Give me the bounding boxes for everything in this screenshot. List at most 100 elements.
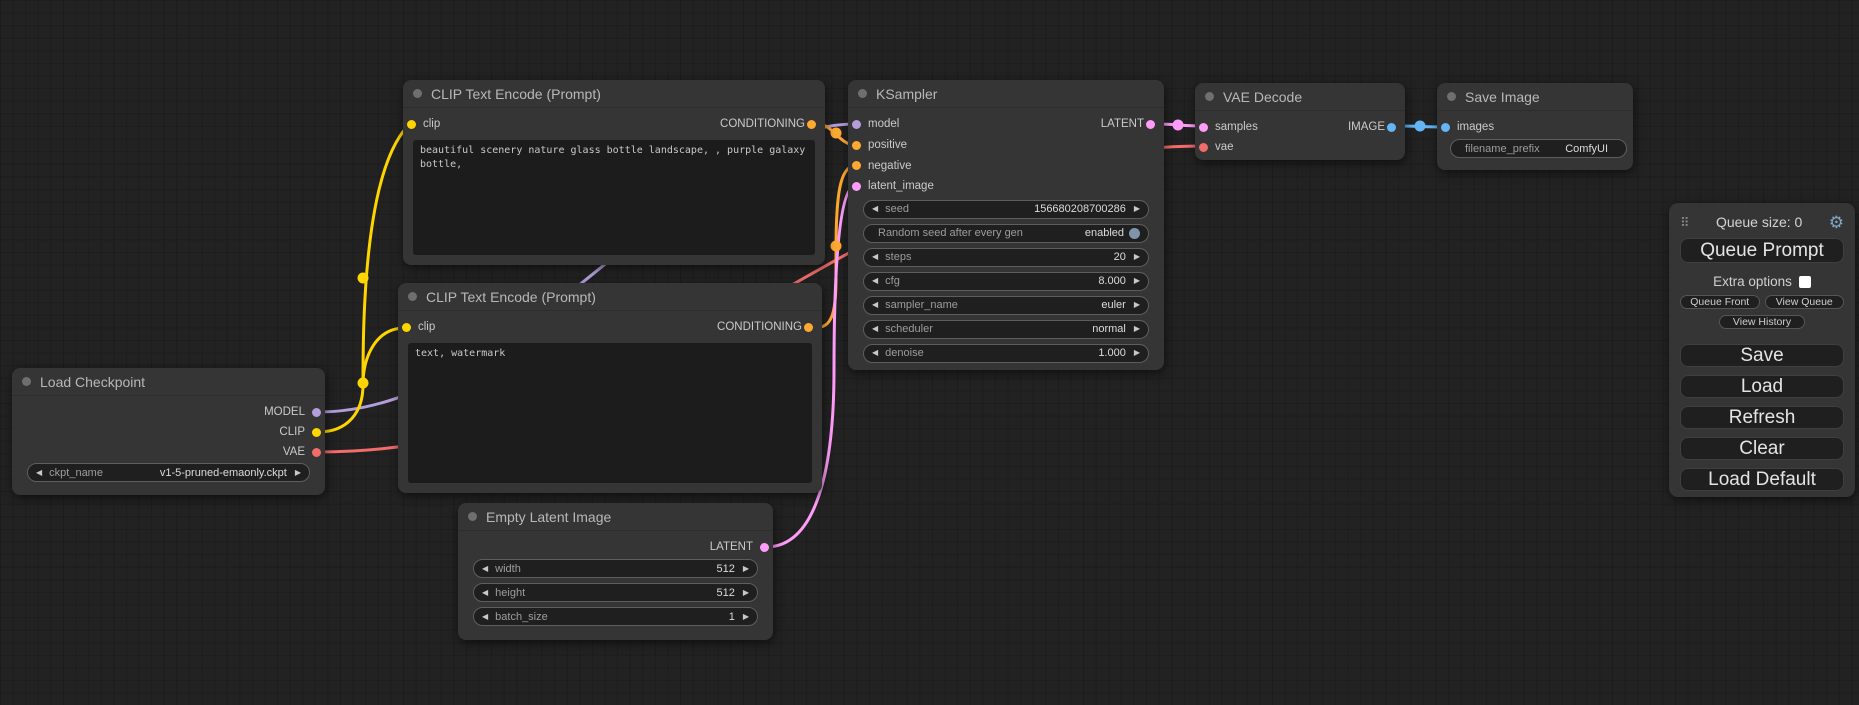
output-port-vae[interactable]	[312, 448, 321, 457]
input-port-samples[interactable]	[1199, 123, 1208, 132]
increment-arrow-icon[interactable]: ▶	[295, 469, 301, 477]
node-clip-text-encode-negative[interactable]: CLIP Text Encode (Prompt) clip CONDITION…	[398, 283, 822, 493]
port-row: MODEL	[12, 402, 325, 422]
decrement-arrow-icon[interactable]: ◀	[872, 325, 878, 333]
increment-arrow-icon[interactable]: ▶	[1134, 349, 1140, 357]
refresh-button[interactable]: Refresh	[1680, 406, 1844, 429]
widget-value: 512	[716, 587, 734, 599]
widget-denoise[interactable]: ◀ denoise 1.000 ▶	[863, 344, 1149, 363]
widget-random-seed-toggle[interactable]: Random seed after every gen enabled	[863, 224, 1149, 243]
extra-options-checkbox[interactable]	[1799, 276, 1811, 288]
collapse-dot-icon[interactable]	[1205, 92, 1214, 101]
node-save-image[interactable]: Save Image images filename_prefix ComfyU…	[1437, 83, 1633, 170]
input-port-images[interactable]	[1441, 123, 1450, 132]
input-port-negative[interactable]	[852, 161, 861, 170]
collapse-dot-icon[interactable]	[1447, 92, 1456, 101]
save-button[interactable]: Save	[1680, 344, 1844, 367]
load-default-button[interactable]: Load Default	[1680, 468, 1844, 491]
link-reroute-dot	[358, 378, 369, 389]
view-history-button[interactable]: View History	[1719, 315, 1805, 329]
increment-arrow-icon[interactable]: ▶	[1134, 205, 1140, 213]
view-queue-button[interactable]: View Queue	[1765, 295, 1845, 309]
port-row: vae	[1195, 137, 1405, 157]
node-empty-latent-image[interactable]: Empty Latent Image LATENT ◀ width 512 ▶ …	[458, 503, 773, 640]
output-label-vae: VAE	[283, 446, 305, 458]
increment-arrow-icon[interactable]: ▶	[743, 565, 749, 573]
decrement-arrow-icon[interactable]: ◀	[482, 589, 488, 597]
collapse-dot-icon[interactable]	[22, 377, 31, 386]
collapse-dot-icon[interactable]	[408, 292, 417, 301]
node-title: Load Checkpoint	[40, 374, 145, 390]
output-port-conditioning[interactable]	[807, 120, 816, 129]
node-title: Empty Latent Image	[486, 509, 611, 525]
decrement-arrow-icon[interactable]: ◀	[872, 277, 878, 285]
node-titlebar[interactable]: Load Checkpoint	[12, 368, 325, 396]
input-port-clip[interactable]	[402, 323, 411, 332]
node-load-checkpoint[interactable]: Load Checkpoint MODEL CLIP VAE ◀ ckpt_na…	[12, 368, 325, 495]
input-port-latent-image[interactable]	[852, 182, 861, 191]
node-vae-decode[interactable]: VAE Decode samples IMAGE vae	[1195, 83, 1405, 160]
node-clip-text-encode-positive[interactable]: CLIP Text Encode (Prompt) clip CONDITION…	[403, 80, 825, 265]
decrement-arrow-icon[interactable]: ◀	[36, 469, 42, 477]
increment-arrow-icon[interactable]: ▶	[743, 589, 749, 597]
widget-sampler-name[interactable]: ◀ sampler_name euler ▶	[863, 296, 1149, 315]
widget-width[interactable]: ◀ width 512 ▶	[473, 559, 758, 578]
node-titlebar[interactable]: VAE Decode	[1195, 83, 1405, 111]
queue-prompt-button[interactable]: Queue Prompt	[1680, 238, 1844, 263]
widget-batch-size[interactable]: ◀ batch_size 1 ▶	[473, 607, 758, 626]
increment-arrow-icon[interactable]: ▶	[1134, 253, 1140, 261]
input-label-clip: clip	[418, 321, 435, 333]
collapse-dot-icon[interactable]	[413, 89, 422, 98]
node-titlebar[interactable]: CLIP Text Encode (Prompt)	[398, 283, 822, 311]
decrement-arrow-icon[interactable]: ◀	[872, 253, 878, 261]
prompt-textarea[interactable]: text, watermark	[408, 343, 812, 483]
collapse-dot-icon[interactable]	[468, 512, 477, 521]
node-titlebar[interactable]: Save Image	[1437, 83, 1633, 111]
widget-value: 8.000	[1098, 275, 1126, 287]
port-row: latent_image	[848, 176, 1164, 197]
queue-front-button[interactable]: Queue Front	[1680, 295, 1760, 309]
prompt-textarea[interactable]: beautiful scenery nature glass bottle la…	[413, 140, 815, 255]
increment-arrow-icon[interactable]: ▶	[1134, 325, 1140, 333]
widget-filename-prefix[interactable]: filename_prefix ComfyUI	[1450, 139, 1627, 158]
output-port-latent[interactable]	[1146, 120, 1155, 129]
output-port-latent[interactable]	[760, 543, 769, 552]
increment-arrow-icon[interactable]: ▶	[1134, 277, 1140, 285]
input-port-positive[interactable]	[852, 141, 861, 150]
node-title: VAE Decode	[1223, 89, 1302, 105]
widget-height[interactable]: ◀ height 512 ▶	[473, 583, 758, 602]
node-ksampler[interactable]: KSampler model LATENT positive negative …	[848, 80, 1164, 370]
output-port-conditioning[interactable]	[804, 323, 813, 332]
output-port-image[interactable]	[1387, 123, 1396, 132]
input-port-clip[interactable]	[407, 120, 416, 129]
widget-ckpt-name[interactable]: ◀ ckpt_name v1-5-pruned-emaonly.ckpt ▶	[27, 463, 310, 482]
widget-value: euler	[1101, 299, 1125, 311]
widget-label: ckpt_name	[49, 467, 103, 479]
clear-button[interactable]: Clear	[1680, 437, 1844, 460]
output-label-model: MODEL	[264, 406, 305, 418]
node-titlebar[interactable]: Empty Latent Image	[458, 503, 773, 531]
widget-value: 156680208700286	[1034, 203, 1126, 215]
gear-icon[interactable]: ⚙	[1829, 214, 1844, 231]
decrement-arrow-icon[interactable]: ◀	[482, 613, 488, 621]
drag-handle-icon[interactable]: ⠿	[1680, 216, 1690, 229]
node-titlebar[interactable]: CLIP Text Encode (Prompt)	[403, 80, 825, 108]
input-port-model[interactable]	[852, 120, 861, 129]
widget-cfg[interactable]: ◀ cfg 8.000 ▶	[863, 272, 1149, 291]
node-titlebar[interactable]: KSampler	[848, 80, 1164, 108]
output-port-clip[interactable]	[312, 428, 321, 437]
increment-arrow-icon[interactable]: ▶	[743, 613, 749, 621]
decrement-arrow-icon[interactable]: ◀	[872, 301, 878, 309]
widget-scheduler[interactable]: ◀ scheduler normal ▶	[863, 320, 1149, 339]
output-port-model[interactable]	[312, 408, 321, 417]
collapse-dot-icon[interactable]	[858, 89, 867, 98]
widget-seed[interactable]: ◀ seed 156680208700286 ▶	[863, 200, 1149, 219]
toggle-dot-icon[interactable]	[1129, 228, 1140, 239]
decrement-arrow-icon[interactable]: ◀	[872, 349, 878, 357]
increment-arrow-icon[interactable]: ▶	[1134, 301, 1140, 309]
load-button[interactable]: Load	[1680, 375, 1844, 398]
input-port-vae[interactable]	[1199, 143, 1208, 152]
decrement-arrow-icon[interactable]: ◀	[482, 565, 488, 573]
widget-steps[interactable]: ◀ steps 20 ▶	[863, 248, 1149, 267]
decrement-arrow-icon[interactable]: ◀	[872, 205, 878, 213]
